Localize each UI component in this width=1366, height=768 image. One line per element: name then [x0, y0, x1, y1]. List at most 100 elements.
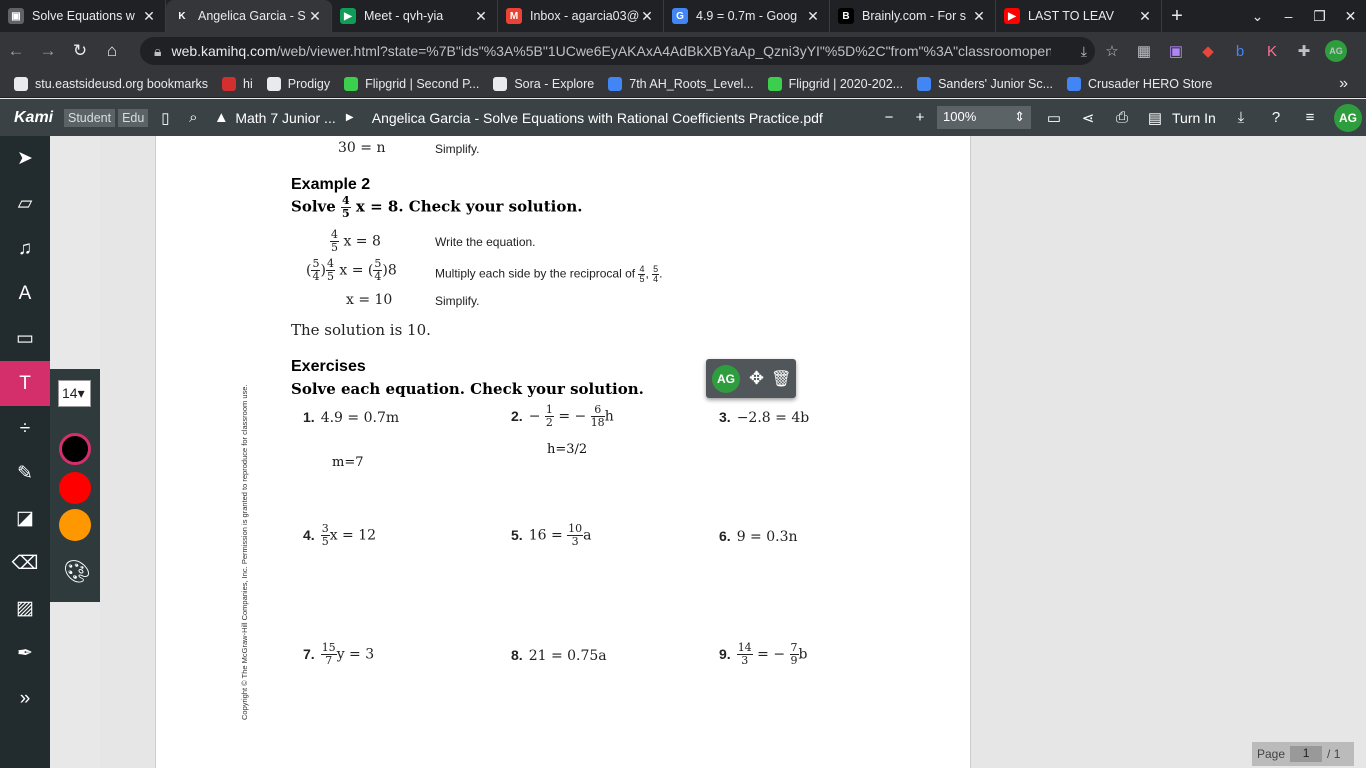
bookmark-item[interactable]: Crusader HERO Store — [1067, 76, 1213, 91]
minimize-button[interactable]: – — [1273, 8, 1304, 24]
close-tab-icon[interactable]: ✕ — [1137, 8, 1153, 25]
bookmark-icon — [266, 76, 281, 91]
close-tab-icon[interactable]: ✕ — [639, 8, 655, 25]
bookmark-item[interactable]: Sora - Explore — [493, 76, 594, 91]
user-avatar[interactable]: AG — [1334, 103, 1362, 132]
browser-tab[interactable]: K Angelica Garcia - S ✕ — [166, 0, 332, 32]
equation-tool-icon[interactable]: ÷ — [0, 406, 50, 451]
browser-tab[interactable]: M Inbox - agarcia03@ ✕ — [498, 0, 664, 32]
share-icon[interactable]: ⋖ — [1074, 109, 1102, 127]
open-folder-icon[interactable]: ▭ — [1040, 109, 1068, 127]
bookmark-item[interactable]: hi — [222, 76, 253, 91]
save-icon[interactable]: ▤ — [1141, 109, 1169, 127]
back-button[interactable]: ← — [0, 41, 32, 61]
student-chip: Student — [64, 108, 116, 127]
tab-search-icon[interactable]: ⌄ — [1242, 8, 1273, 25]
palette-icon[interactable]: 🎨︎ — [63, 559, 91, 585]
delete-icon[interactable]: 🗑︎ — [771, 369, 791, 389]
bookmark-star-icon[interactable]: ☆ — [1098, 37, 1126, 65]
restore-button[interactable]: ❐ — [1304, 8, 1335, 25]
address-bar-row: ← → ↻ ⌂ 🔒︎ web.kamihq.com/web/viewer.htm… — [0, 32, 1366, 70]
move-icon[interactable]: ✥ — [749, 368, 764, 389]
bookmark-label: Flipgrid | 2020-202... — [788, 76, 904, 91]
font-size-select[interactable]: 14▾ — [58, 380, 91, 407]
dictionary-tool-icon[interactable]: ♫ — [0, 226, 50, 271]
extension-icon[interactable]: ◆ — [1194, 37, 1222, 65]
kami-extension-icon[interactable]: K — [1258, 37, 1286, 65]
bookmark-label: Crusader HERO Store — [1088, 76, 1213, 91]
bookmark-item[interactable]: Sanders' Junior Sc... — [917, 76, 1053, 91]
extension-icon[interactable]: ▣ — [1162, 37, 1190, 65]
markup-tool-icon[interactable]: ▱ — [0, 181, 50, 226]
step-1-note: Write the equation. — [435, 235, 536, 249]
search-icon[interactable]: ⌕ — [179, 109, 207, 126]
color-swatch-black[interactable] — [59, 433, 91, 465]
url-bar[interactable]: 🔒︎ web.kamihq.com/web/viewer.html?state=… — [140, 37, 1095, 65]
signature-tool-icon[interactable]: ✒ — [0, 631, 50, 676]
close-window-button[interactable]: ✕ — [1335, 8, 1366, 25]
highlight-tool-icon[interactable]: A — [0, 271, 50, 316]
browser-tab[interactable]: ▶ LAST TO LEAV ✕ — [996, 0, 1162, 32]
new-tab-button[interactable]: + — [1162, 0, 1192, 32]
text-options-palette: 14▾ 🎨︎ — [50, 369, 100, 602]
zoom-in-button[interactable]: + — [906, 109, 934, 126]
page-label: Page — [1257, 747, 1286, 761]
answer-1[interactable]: m=7 — [332, 455, 364, 470]
sidebar-toggle-icon[interactable]: ▯ — [151, 109, 179, 127]
install-icon[interactable]: ⤓ — [1081, 43, 1087, 60]
bookmark-item[interactable]: stu.eastsideusd.org bookmarks — [14, 76, 208, 91]
help-icon[interactable]: ? — [1262, 109, 1290, 126]
shapes-tool-icon[interactable]: ◪ — [0, 496, 50, 541]
browser-tab[interactable]: ▶ Meet - qvh-yia ✕ — [332, 0, 498, 32]
extension-icon[interactable]: ▦ — [1130, 37, 1158, 65]
bookmark-label: Prodigy — [287, 76, 331, 91]
answer-2[interactable]: h=3/2 — [547, 442, 587, 457]
turn-in-button[interactable]: Turn In — [1172, 110, 1216, 126]
forward-button[interactable]: → — [32, 41, 64, 61]
zoom-select[interactable]: 100% ⇕ — [937, 106, 1031, 129]
edu-chip: Edu — [118, 108, 149, 127]
zoom-out-button[interactable]: − — [875, 109, 903, 126]
comment-tool-icon[interactable]: ▭ — [0, 316, 50, 361]
profile-avatar[interactable]: AG — [1322, 37, 1350, 65]
menu-icon[interactable]: ≡ — [1296, 109, 1324, 126]
image-tool-icon[interactable]: ▨ — [0, 586, 50, 631]
close-tab-icon[interactable]: ✕ — [307, 8, 323, 25]
text-tool-icon[interactable]: T — [0, 361, 50, 406]
breadcrumb-folder[interactable]: Math 7 Junior ... — [235, 110, 335, 126]
close-tab-icon[interactable]: ✕ — [805, 8, 821, 25]
step-3: x = 10 — [346, 292, 393, 308]
tab-favicon-icon: K — [174, 8, 190, 24]
bookmark-item[interactable]: Flipgrid | 2020-202... — [767, 76, 904, 91]
reload-button[interactable]: ↻ — [64, 41, 96, 61]
color-swatch-orange[interactable] — [59, 509, 91, 541]
drawing-tool-icon[interactable]: ✎ — [0, 451, 50, 496]
select-tool-icon[interactable]: ➤ — [0, 136, 50, 181]
bookmark-item[interactable]: 7th AH_Roots_Level... — [608, 76, 754, 91]
document-title: Angelica Garcia - Solve Equations with R… — [371, 109, 823, 126]
print-icon[interactable]: ⎙ — [1108, 109, 1136, 126]
prompt-word: Solve — [291, 197, 336, 216]
prompt-rest: x = 8. Check your solution. — [355, 197, 583, 216]
more-bookmarks-icon[interactable]: » — [1339, 75, 1348, 93]
bookmark-item[interactable]: Flipgrid | Second P... — [344, 76, 479, 91]
bookmark-item[interactable]: Prodigy — [266, 76, 331, 91]
app-window: ▣ Solve Equations w ✕ K Angelica Garcia - S ✕… — [0, 0, 1366, 768]
close-tab-icon[interactable]: ✕ — [473, 8, 489, 25]
close-tab-icon[interactable]: ✕ — [971, 8, 987, 25]
home-button[interactable]: ⌂ — [96, 41, 128, 61]
extension-icon[interactable]: b — [1226, 37, 1254, 65]
browser-tab[interactable]: B Brainly.com - For s ✕ — [830, 0, 996, 32]
download-icon[interactable]: ⤓ — [1227, 109, 1255, 126]
browser-tab[interactable]: ▣ Solve Equations w ✕ — [0, 0, 166, 32]
bookmark-icon — [344, 76, 359, 91]
exercise-8-text: 21 = 0.75a — [528, 648, 607, 664]
color-swatch-red[interactable] — [59, 472, 91, 504]
eraser-tool-icon[interactable]: ⌫ — [0, 541, 50, 586]
puzzle-icon[interactable]: ✚ — [1290, 37, 1318, 65]
browser-tab[interactable]: G 4.9 = 0.7m - Goog ✕ — [664, 0, 830, 32]
expand-icon[interactable]: » — [0, 676, 50, 721]
close-tab-icon[interactable]: ✕ — [141, 8, 157, 25]
page-input[interactable]: 1 — [1290, 746, 1323, 762]
exercise-7: 7. 15 7 y = 3 — [303, 641, 375, 667]
